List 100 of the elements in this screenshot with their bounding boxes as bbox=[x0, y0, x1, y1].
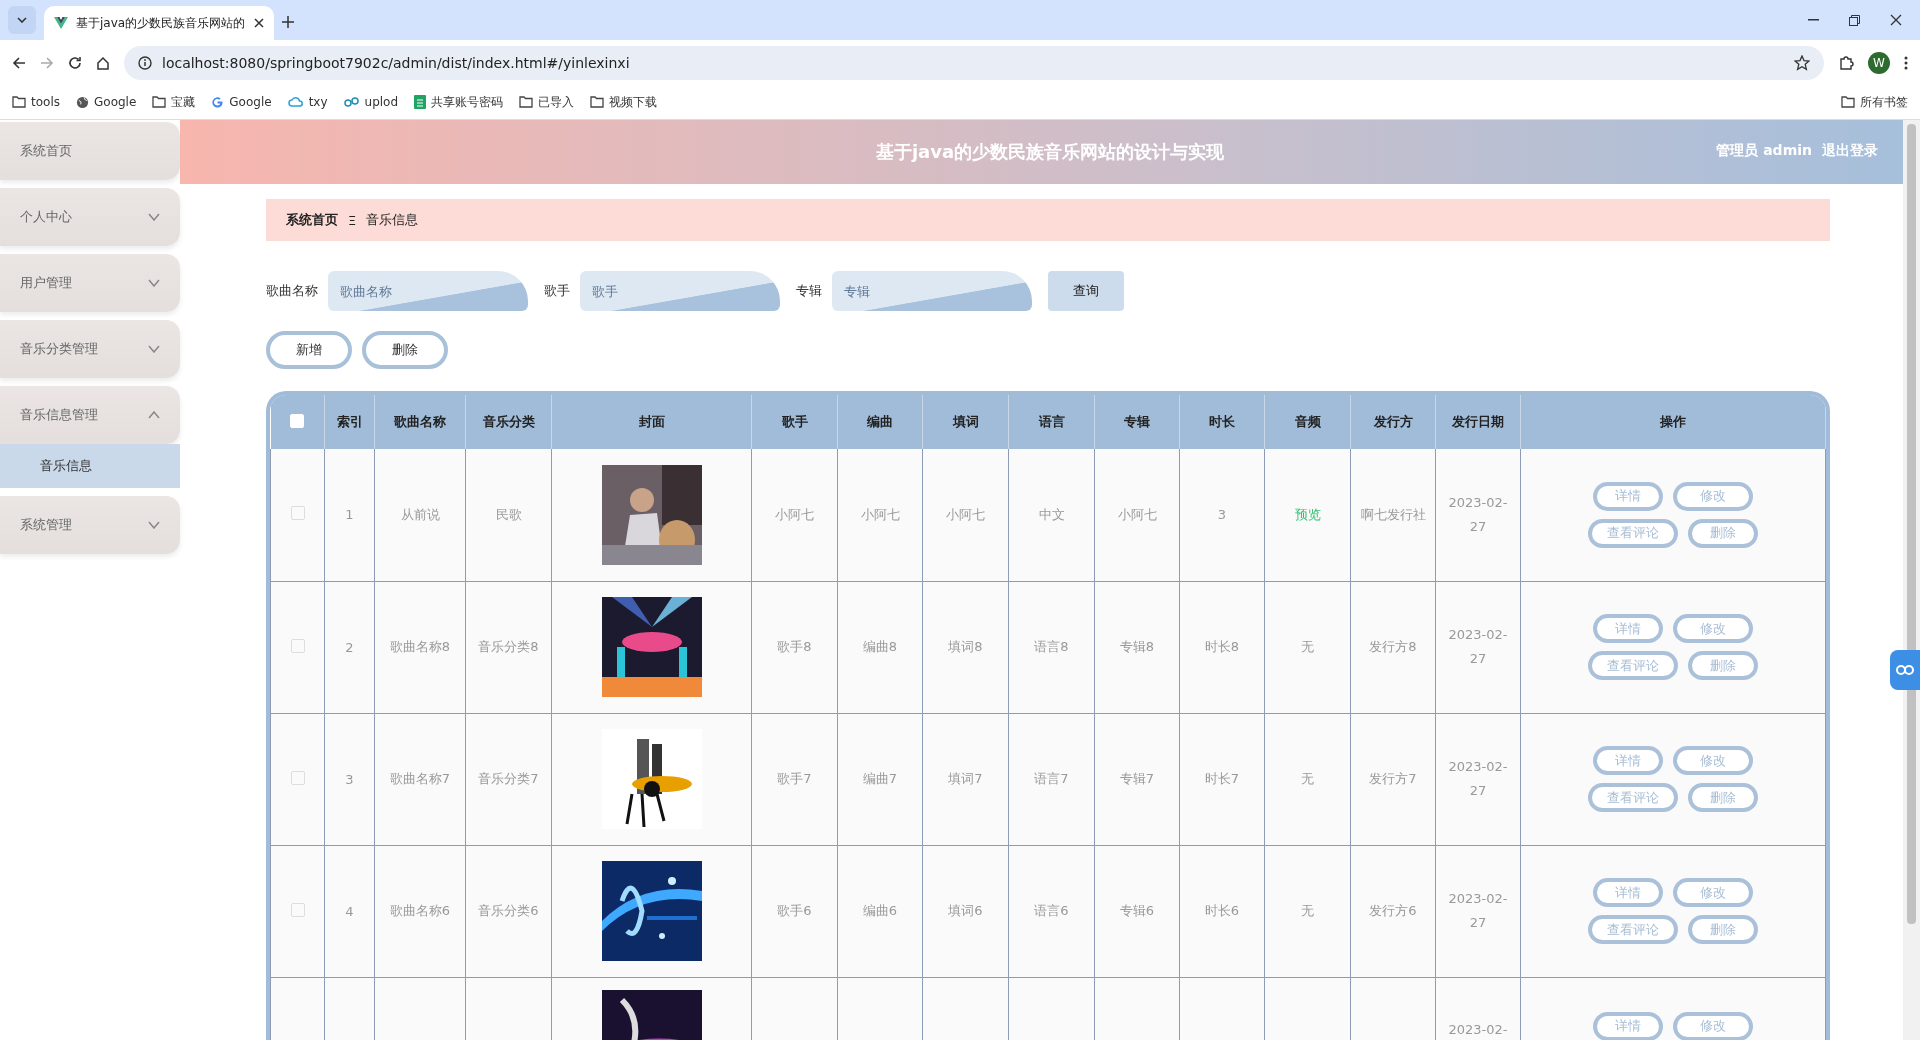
row-checkbox[interactable] bbox=[290, 770, 305, 785]
address-bar[interactable]: localhost:8080/springboot7902c/admin/dist/index.html#/yinlexinxi bbox=[124, 45, 1824, 80]
sidebar-subitem[interactable]: 音乐信息 bbox=[0, 444, 180, 488]
minimize-icon[interactable] bbox=[1808, 19, 1819, 21]
delete-button[interactable]: 删除 bbox=[362, 331, 448, 369]
folder-icon bbox=[12, 96, 26, 108]
floating-tool-button[interactable] bbox=[1890, 650, 1920, 690]
profile-avatar[interactable]: W bbox=[1868, 51, 1890, 74]
bookmark[interactable]: Google bbox=[76, 95, 137, 109]
info-icon bbox=[138, 55, 152, 70]
folder-icon bbox=[152, 96, 167, 108]
column-header: 编曲 bbox=[837, 395, 923, 449]
column-header: 时长 bbox=[1179, 395, 1265, 449]
search-button[interactable]: 查询 bbox=[1048, 271, 1124, 311]
site-title: 基于java的少数民族音乐网站的设计与实现 bbox=[875, 140, 1225, 164]
table-cell: 专辑7 bbox=[1119, 771, 1155, 786]
link-icon bbox=[343, 96, 360, 108]
column-header: 发行方 bbox=[1350, 395, 1436, 449]
breadcrumb-link[interactable]: 系统首页 bbox=[286, 211, 338, 229]
search-field[interactable]: 专辑 bbox=[832, 271, 1032, 311]
table-cell: 编曲7 bbox=[862, 771, 898, 786]
column-header: 填词 bbox=[922, 395, 1009, 449]
bookmark[interactable]: 所有书签 bbox=[1841, 93, 1908, 111]
table-cell: 时长6 bbox=[1204, 903, 1240, 918]
table-cell: 4 bbox=[345, 903, 354, 919]
sidebar-item[interactable]: 系统首页 bbox=[0, 122, 180, 180]
sidebar-item[interactable]: 用户管理 bbox=[0, 254, 180, 312]
bookmark[interactable]: 共享账号密码 bbox=[414, 93, 504, 111]
table-cell: 语言8 bbox=[1034, 639, 1069, 654]
star-icon[interactable] bbox=[1794, 54, 1810, 71]
home-icon[interactable] bbox=[96, 55, 110, 70]
reload-icon[interactable] bbox=[68, 55, 82, 70]
bookmark[interactable]: Google bbox=[211, 95, 272, 109]
table-cell: 音乐分类8 bbox=[478, 639, 539, 654]
bookmark[interactable]: 已导入 bbox=[519, 93, 575, 111]
row-checkbox[interactable] bbox=[290, 902, 305, 917]
vue-logo-icon bbox=[54, 17, 68, 29]
restore-icon[interactable] bbox=[1849, 14, 1860, 26]
table-cell: 3 bbox=[1217, 507, 1227, 523]
date-cell-text: 2023-02-27 bbox=[1448, 493, 1508, 536]
sidebar-item[interactable]: 音乐信息管理 bbox=[0, 386, 180, 444]
add-button[interactable]: 新增 bbox=[266, 331, 352, 369]
table-cell: 时长7 bbox=[1204, 771, 1240, 786]
close-icon[interactable] bbox=[254, 18, 264, 28]
sidebar-item[interactable]: 系统管理 bbox=[0, 496, 180, 554]
column-header: 歌手 bbox=[751, 395, 838, 449]
back-icon[interactable] bbox=[12, 55, 26, 70]
browser-tab[interactable]: 基于java的少数民族音乐网站的 bbox=[44, 6, 274, 40]
table-cell: 专辑6 bbox=[1119, 903, 1155, 918]
bookmark[interactable]: 宝藏 bbox=[152, 93, 196, 111]
close-icon[interactable] bbox=[1890, 14, 1902, 26]
field-label: 专辑 bbox=[796, 282, 822, 300]
table-cell: 音乐分类7 bbox=[478, 771, 539, 786]
new-tab-icon[interactable] bbox=[282, 16, 294, 28]
search-field[interactable]: 歌手 bbox=[580, 271, 780, 311]
bookmark[interactable]: uplod bbox=[343, 95, 399, 109]
table-cell: 编曲8 bbox=[862, 639, 898, 654]
date-cell-text: 2023-02-27 bbox=[1448, 890, 1508, 932]
date-cell-text: 2023-02-27 bbox=[1448, 758, 1508, 800]
table-cell: 无 bbox=[1301, 903, 1314, 918]
cloud-icon bbox=[287, 96, 304, 108]
date-cell-text: 2023-02-27 bbox=[1448, 626, 1508, 668]
table-cell: 语言6 bbox=[1034, 903, 1069, 918]
chevron-down-icon bbox=[17, 17, 27, 23]
column-header: 音乐分类 bbox=[465, 395, 552, 449]
table-cell: 填词7 bbox=[948, 771, 983, 786]
spreadsheet-icon bbox=[414, 95, 427, 109]
table-cell: 歌曲名称7 bbox=[389, 771, 451, 786]
field-label: 歌手 bbox=[544, 282, 570, 300]
table-cell: 啊七发行社 bbox=[1360, 506, 1426, 522]
user-label: 管理员 admin bbox=[1716, 142, 1812, 160]
table-cell: 专辑8 bbox=[1119, 639, 1155, 654]
tab-list-button[interactable] bbox=[8, 6, 36, 34]
breadcrumb-current: 音乐信息 bbox=[366, 211, 419, 229]
table-cell: 歌曲名称6 bbox=[389, 903, 451, 918]
bookmark[interactable]: 视频下载 bbox=[590, 93, 658, 111]
table-cell: 填词6 bbox=[948, 903, 983, 918]
table-cell: 歌曲名称8 bbox=[389, 639, 451, 654]
link-icon bbox=[1896, 664, 1914, 676]
column-header: 语言 bbox=[1008, 395, 1095, 449]
sidebar-item[interactable]: 音乐分类管理 bbox=[0, 320, 180, 378]
bookmark[interactable]: txy bbox=[287, 95, 328, 109]
row-checkbox[interactable] bbox=[290, 506, 305, 521]
table-cell: 时长8 bbox=[1204, 639, 1240, 654]
table-cell: 发行方8 bbox=[1369, 639, 1417, 654]
extensions-icon[interactable] bbox=[1838, 54, 1854, 71]
sidebar-item[interactable]: 个人中心 bbox=[0, 188, 180, 246]
select-all-checkbox[interactable] bbox=[290, 413, 305, 428]
google-icon bbox=[211, 95, 225, 109]
search-field[interactable]: 歌曲名称 bbox=[328, 271, 528, 311]
breadcrumb-separator: Ξ bbox=[348, 212, 357, 228]
menu-icon[interactable] bbox=[1904, 55, 1908, 70]
table-cell: 无 bbox=[1301, 639, 1314, 654]
column-header: 音频 bbox=[1264, 395, 1351, 449]
column-header: 发行日期 bbox=[1435, 395, 1521, 449]
table-cell: 歌手7 bbox=[777, 771, 812, 786]
table-cell: 从前说 bbox=[400, 506, 440, 522]
row-checkbox[interactable] bbox=[290, 638, 305, 653]
bookmark[interactable]: tools bbox=[12, 95, 60, 109]
table-cell: 民歌 bbox=[495, 506, 522, 522]
